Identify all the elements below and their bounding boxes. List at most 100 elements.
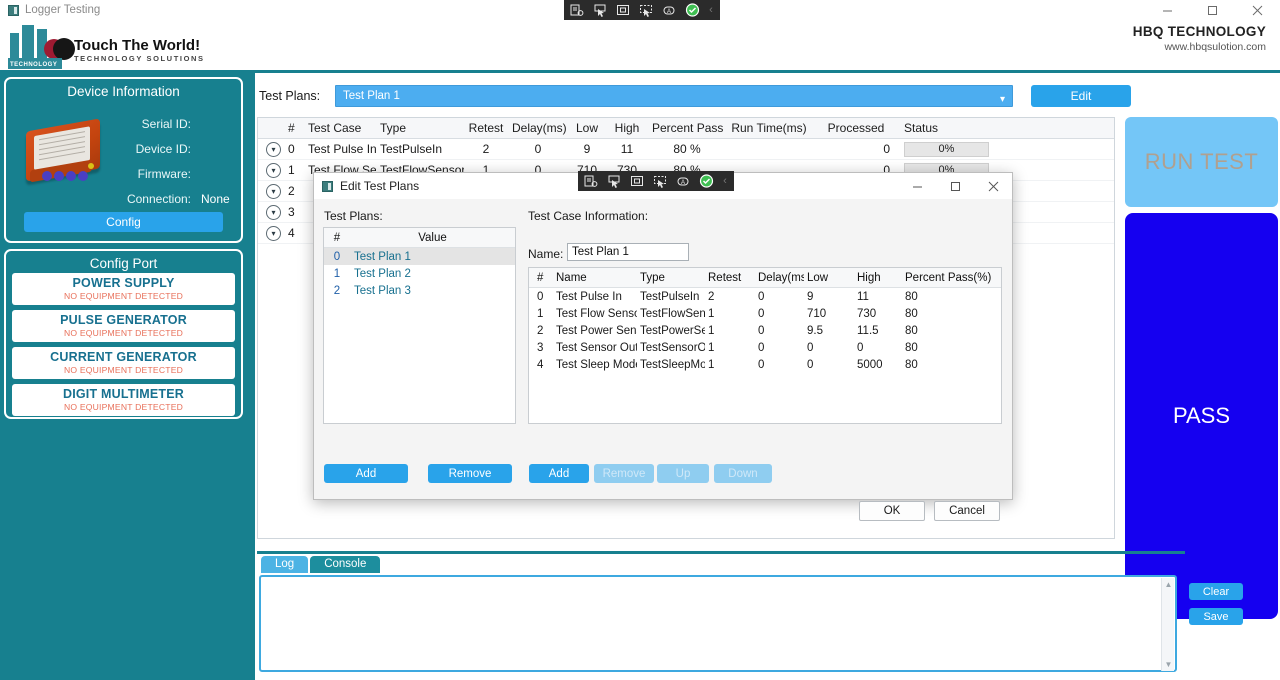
scroll-down-icon[interactable]: ▼ — [1162, 658, 1175, 671]
plan-index: 2 — [333, 284, 341, 297]
logo-mark-icon: TECHNOLOGY — [8, 23, 75, 69]
table-row[interactable]: ▾ 0 Test Pulse In TestPulseIn 2 0 9 11 8… — [258, 139, 1114, 160]
capture-toolbar[interactable]: A ‹ — [564, 0, 720, 20]
window-capture-icon[interactable] — [649, 172, 671, 190]
plan-name-input[interactable]: Test Plan 1 — [567, 243, 689, 261]
case-low: 9.5 — [807, 324, 823, 337]
case-delay: 0 — [758, 290, 765, 303]
device-fields: Serial ID: Device ID: Firmware: Connecti… — [109, 111, 249, 211]
record-icon[interactable]: A — [658, 1, 680, 19]
plan-remove-button[interactable]: Remove — [428, 464, 512, 483]
expand-row-icon[interactable]: ▾ — [266, 141, 281, 157]
case-header-name: Name — [556, 271, 587, 284]
equipment-item-current-generator[interactable]: CURRENT GENERATOR NO EQUIPMENT DETECTED — [12, 347, 235, 379]
device-information-title: Device Information — [67, 84, 180, 99]
config-button[interactable]: Config — [24, 212, 223, 232]
case-percent-pass: 80 — [905, 324, 918, 337]
minimize-icon[interactable] — [1145, 0, 1190, 20]
tab-log[interactable]: Log — [261, 556, 309, 573]
log-scrollbar[interactable]: ▲ ▼ — [1161, 578, 1174, 671]
row-delay: 0 — [534, 142, 542, 156]
case-low: 0 — [807, 358, 814, 371]
dialog-test-case-table[interactable]: # Name Type Retest Delay(ms Low High Per… — [528, 267, 1002, 424]
tab-console[interactable]: Console — [310, 556, 381, 573]
scroll-up-icon[interactable]: ▲ — [1162, 578, 1175, 591]
equipment-name: POWER SUPPLY — [72, 276, 175, 290]
equipment-status: NO EQUIPMENT DETECTED — [63, 291, 184, 301]
run-test-button[interactable]: RUN TEST — [1125, 117, 1278, 207]
left-sidebar: Device Information Serial ID: Device ID:… — [0, 73, 247, 680]
window-title: Logger Testing — [25, 4, 101, 16]
window-capture-icon[interactable] — [635, 1, 657, 19]
case-retest: 1 — [708, 324, 715, 337]
table-row[interactable]: 0 Test Pulse In TestPulseIn 2 0 9 11 80 — [529, 288, 1001, 305]
test-plans-label: Test Plans: — [259, 89, 321, 103]
edit-button[interactable]: Edit — [1031, 85, 1131, 107]
test-plans-list[interactable]: # Value 0 Test Plan 1 1 Test Plan 2 2 Te… — [323, 227, 516, 424]
expand-row-icon[interactable]: ▾ — [266, 225, 281, 241]
case-index: 3 — [537, 341, 544, 354]
ok-button[interactable]: OK — [859, 501, 925, 521]
cursor-capture-icon[interactable] — [589, 1, 611, 19]
confirm-icon[interactable] — [681, 1, 703, 19]
dialog-test-case-information-label: Test Case Information: — [528, 209, 649, 223]
company-name: HBQ TECHNOLOGY — [1132, 24, 1266, 39]
case-high: 730 — [857, 307, 877, 320]
case-type: TestSensorOut — [640, 341, 705, 354]
plan-value: Test Plan 1 — [354, 250, 411, 263]
save-button[interactable]: Save — [1189, 608, 1243, 625]
equipment-item-power-supply[interactable]: POWER SUPPLY NO EQUIPMENT DETECTED — [12, 273, 235, 305]
region-capture-icon[interactable] — [626, 172, 648, 190]
log-panel-divider — [257, 551, 1185, 554]
log-textarea[interactable]: ▲ ▼ — [259, 575, 1177, 672]
case-delay: 0 — [758, 324, 765, 337]
table-row[interactable]: 2 Test Power Sensor TestPowerSenso 1 0 9… — [529, 322, 1001, 339]
cancel-button[interactable]: Cancel — [934, 501, 1000, 521]
cursor-capture-icon[interactable] — [603, 172, 625, 190]
clear-button[interactable]: Clear — [1189, 583, 1243, 600]
svg-text:A: A — [667, 9, 671, 15]
capture-toolbar-dialog[interactable]: A ‹ — [578, 171, 734, 191]
capture-settings-icon[interactable] — [580, 172, 602, 190]
grid-header-status: Status — [904, 121, 939, 135]
close-icon[interactable] — [1235, 0, 1280, 20]
case-add-button[interactable]: Add — [529, 464, 589, 483]
config-port-title: Config Port — [89, 256, 158, 271]
list-item[interactable]: 2 Test Plan 3 — [324, 282, 515, 299]
expand-row-icon[interactable]: ▾ — [266, 204, 281, 220]
case-low: 710 — [807, 307, 827, 320]
region-capture-icon[interactable] — [612, 1, 634, 19]
case-header-index: # — [537, 271, 544, 284]
table-row[interactable]: 1 Test Flow Sensor TestFlowSensor 1 0 71… — [529, 305, 1001, 322]
collapse-toolbar-icon[interactable]: ‹ — [718, 175, 732, 187]
case-retest: 1 — [708, 307, 715, 320]
device-image — [16, 107, 111, 185]
case-type: TestPowerSenso — [640, 324, 705, 337]
confirm-icon[interactable] — [695, 172, 717, 190]
test-plan-select[interactable]: Test Plan 1 ▾ — [335, 85, 1013, 107]
capture-settings-icon[interactable] — [566, 1, 588, 19]
minimize-icon[interactable] — [898, 173, 936, 199]
table-row[interactable]: 3 Test Sensor Out TestSensorOut 1 0 0 0 … — [529, 339, 1001, 356]
list-item[interactable]: 1 Test Plan 2 — [324, 265, 515, 282]
equipment-status: NO EQUIPMENT DETECTED — [63, 365, 184, 375]
logo-title: Touch The World! — [74, 37, 201, 55]
case-move-up-button: Up — [657, 464, 709, 483]
collapse-toolbar-icon[interactable]: ‹ — [704, 4, 718, 16]
maximize-icon[interactable] — [1190, 0, 1235, 20]
equipment-item-pulse-generator[interactable]: PULSE GENERATOR NO EQUIPMENT DETECTED — [12, 310, 235, 342]
case-delay: 0 — [758, 341, 765, 354]
equipment-item-digit-multimeter[interactable]: DIGIT MULTIMETER NO EQUIPMENT DETECTED — [12, 384, 235, 416]
record-icon[interactable]: A — [672, 172, 694, 190]
row-retest: 2 — [482, 142, 490, 156]
row-high: 11 — [620, 142, 634, 156]
expand-row-icon[interactable]: ▾ — [266, 183, 281, 199]
maximize-icon[interactable] — [936, 173, 974, 199]
case-name: Test Power Sensor — [556, 324, 637, 337]
device-field-connection: Connection: None — [109, 186, 249, 211]
plan-add-button[interactable]: Add — [324, 464, 408, 483]
list-item[interactable]: 0 Test Plan 1 — [324, 248, 515, 265]
expand-row-icon[interactable]: ▾ — [266, 162, 281, 178]
close-icon[interactable] — [974, 173, 1012, 199]
table-row[interactable]: 4 Test Sleep Mode TestSleepMode 1 0 0 50… — [529, 356, 1001, 373]
